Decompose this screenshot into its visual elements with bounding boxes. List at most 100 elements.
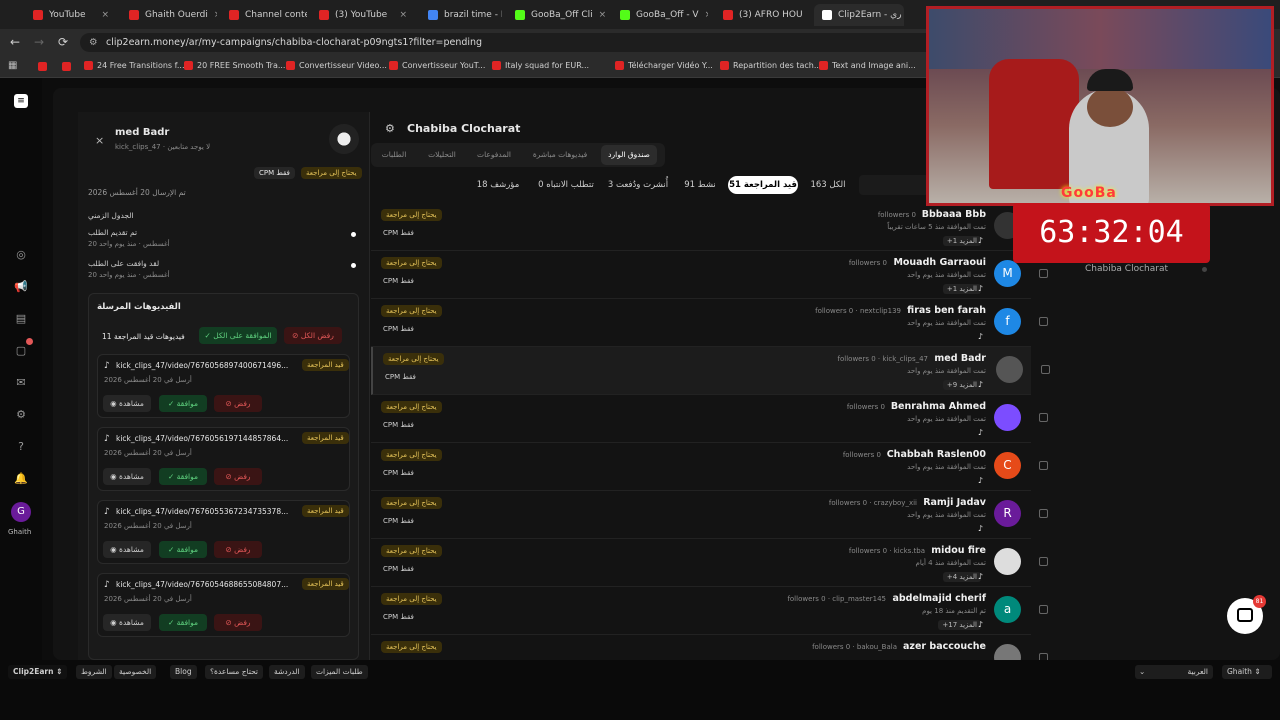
reject-all-button[interactable]: ⊘ رفض الكل (284, 327, 342, 344)
bookmark-item[interactable]: 20 FREE Smooth Tra... (184, 61, 285, 70)
bookmark-item[interactable]: Italy squad for EUR... (492, 61, 589, 70)
reject-button[interactable]: ⊘ رفض (214, 541, 262, 558)
table-row[interactable]: يحتاج إلى مراجعة CPM فقط med Badr follow… (371, 347, 1050, 395)
video-url[interactable]: kick_clips_47/video/7676055367234735378.… (116, 507, 288, 516)
video-url[interactable]: kick_clips_47/video/7676054688655084807.… (116, 580, 288, 589)
filter-pill[interactable]: نشط 91 (677, 176, 723, 194)
reject-button[interactable]: ⊘ رفض (214, 468, 262, 485)
table-row[interactable]: يحتاج إلى مراجعة CPM فقط abdelmajid cher… (371, 587, 1048, 635)
approve-button[interactable]: ✓ موافقة (159, 614, 207, 631)
bookmark-item[interactable]: Repartition des tach... (720, 61, 821, 70)
row-checkbox[interactable] (1039, 269, 1048, 278)
row-checkbox[interactable] (1039, 461, 1048, 470)
table-row[interactable]: يحتاج إلى مراجعة CPM فقط Benrahma Ahmed … (371, 395, 1048, 443)
view-button[interactable]: ◉ مشاهدة (103, 614, 151, 631)
view-button[interactable]: ◉ مشاهدة (103, 395, 151, 412)
footer-link[interactable]: الدردشة (269, 665, 305, 679)
compass-icon[interactable]: ◎ (14, 248, 28, 262)
browser-tab[interactable]: YouTube × (25, 4, 117, 26)
table-row[interactable]: يحتاج إلى مراجعة CPM فقط firas ben farah… (371, 299, 1048, 347)
footer-link[interactable]: تحتاج مساعدة؟ (205, 665, 264, 679)
close-icon[interactable]: × (705, 10, 708, 20)
table-row[interactable]: يحتاج إلى مراجعة CPM فقط Ramji Jadav fol… (371, 491, 1048, 539)
more-badge[interactable]: +9 المزيد (942, 380, 981, 390)
row-checkbox[interactable] (1039, 317, 1048, 326)
video-url[interactable]: kick_clips_47/video/7676056197144857864.… (116, 434, 288, 443)
browser-tab[interactable]: GooBa_Off - V × (612, 4, 708, 26)
site-info-icon[interactable]: ⚙ (89, 33, 98, 52)
bookmark-item[interactable]: Text and Image ani... (819, 61, 916, 70)
row-checkbox[interactable] (1041, 365, 1050, 374)
help-icon[interactable]: ? (14, 440, 28, 454)
browser-tab[interactable]: brazil time - R× (420, 4, 502, 26)
filter-pill[interactable]: قيد المراجعة 51 (728, 176, 798, 194)
filter-pill[interactable]: مؤرشف 18 (470, 176, 526, 194)
footer-link[interactable]: Blog (170, 665, 197, 679)
chat-bubble-button[interactable]: 81 (1227, 595, 1266, 634)
browser-tab[interactable]: Ghaith Ouerdi × (121, 4, 217, 26)
back-icon[interactable]: ← (10, 35, 20, 49)
youtube-bookmark-icon[interactable] (38, 62, 47, 71)
settings-icon[interactable]: ⚙ (14, 408, 28, 422)
tab-campaign[interactable]: صندوق الوارد (601, 145, 657, 165)
close-icon[interactable]: × (399, 10, 407, 20)
table-row[interactable]: يحتاج إلى مراجعة CPM فقط Mouadh Garraoui… (371, 251, 1048, 299)
bell-icon[interactable]: 🔔 (14, 472, 28, 486)
language-select[interactable]: ⌄ العربية (1135, 665, 1213, 679)
browser-tab[interactable]: GooBa_Off Cli × (507, 4, 607, 26)
reject-button[interactable]: ⊘ رفض (214, 395, 262, 412)
row-checkbox[interactable] (1039, 605, 1048, 614)
row-checkbox[interactable] (1039, 557, 1048, 566)
view-button[interactable]: ◉ مشاهدة (103, 468, 151, 485)
avatar[interactable]: G (11, 502, 31, 522)
footer-link[interactable]: الخصوصية (114, 665, 157, 679)
youtube-bookmark-icon[interactable] (62, 62, 71, 71)
approve-button[interactable]: ✓ موافقة (159, 395, 207, 412)
approve-button[interactable]: ✓ موافقة (159, 468, 207, 485)
row-checkbox[interactable] (1039, 509, 1048, 518)
video-url[interactable]: kick_clips_47/video/7676056897400671496.… (116, 361, 288, 370)
row-checkbox[interactable] (1039, 413, 1048, 422)
bookmark-item[interactable]: Convertisseur Video... (286, 61, 387, 70)
approve-button[interactable]: ✓ موافقة (159, 541, 207, 558)
document-icon[interactable]: ▤ (14, 312, 28, 326)
close-icon[interactable]: × (95, 134, 104, 147)
user-menu[interactable]: Ghaith ⇕ (1222, 665, 1272, 679)
more-badge[interactable]: +1 المزيد (942, 236, 981, 246)
more-badge[interactable]: +17 المزيد (938, 620, 981, 630)
close-icon[interactable]: × (101, 10, 109, 20)
browser-tab[interactable]: Channel conte× (221, 4, 307, 26)
view-button[interactable]: ◉ مشاهدة (103, 541, 151, 558)
megaphone-icon[interactable]: 📢 (14, 280, 28, 294)
browser-tab[interactable]: (3) AFRO HOU× (715, 4, 809, 26)
approve-all-button[interactable]: ✓ الموافقة على الكل (199, 327, 277, 344)
filter-pill[interactable]: أُنشرت ودُفعت 3 (604, 176, 672, 194)
forward-icon[interactable]: → (34, 35, 44, 49)
tab-campaign[interactable]: التحليلات (420, 145, 464, 165)
app-logo-icon[interactable]: ≡ (14, 94, 28, 108)
tab-campaign[interactable]: فيديوهات مباشرة (526, 145, 594, 165)
browser-tab[interactable]: (3) YouTube × (311, 4, 415, 26)
url-field[interactable]: ⚙ clip2earn.money/ar/my-campaigns/chabib… (80, 33, 940, 52)
more-badge[interactable]: +4 المزيد (942, 572, 981, 582)
more-badge[interactable]: +1 المزيد (942, 284, 981, 294)
apps-icon[interactable]: ▦ (8, 60, 17, 71)
brand-switcher[interactable]: Clip2Earn ⇕ (8, 665, 68, 679)
tab-campaign[interactable]: المدفوعات (470, 145, 518, 165)
close-icon[interactable]: × (214, 10, 217, 20)
close-icon[interactable]: × (599, 10, 607, 20)
table-row[interactable]: يحتاج إلى مراجعة CPM فقط Bbbaaa Bbb foll… (371, 203, 1048, 251)
footer-link[interactable]: طلبات الميزات (311, 665, 368, 679)
reject-button[interactable]: ⊘ رفض (214, 614, 262, 631)
chat-icon[interactable]: ▢ (14, 344, 28, 358)
bookmark-item[interactable]: Télécharger Vidéo Y... (615, 61, 713, 70)
bookmark-item[interactable]: 24 Free Transitions f... (84, 61, 185, 70)
filter-pill[interactable]: الكل 163 (803, 176, 853, 194)
bookmark-item[interactable]: Convertisseur YouT... (389, 61, 485, 70)
filter-pill[interactable]: تتطلب الانتباه 0 (532, 176, 600, 194)
table-row[interactable]: يحتاج إلى مراجعة CPM فقط midou fire foll… (371, 539, 1048, 587)
search-input[interactable] (859, 175, 929, 195)
footer-link[interactable]: الشروط (76, 665, 112, 679)
mail-icon[interactable]: ✉ (14, 376, 28, 390)
reload-icon[interactable]: ⟳ (58, 35, 68, 49)
